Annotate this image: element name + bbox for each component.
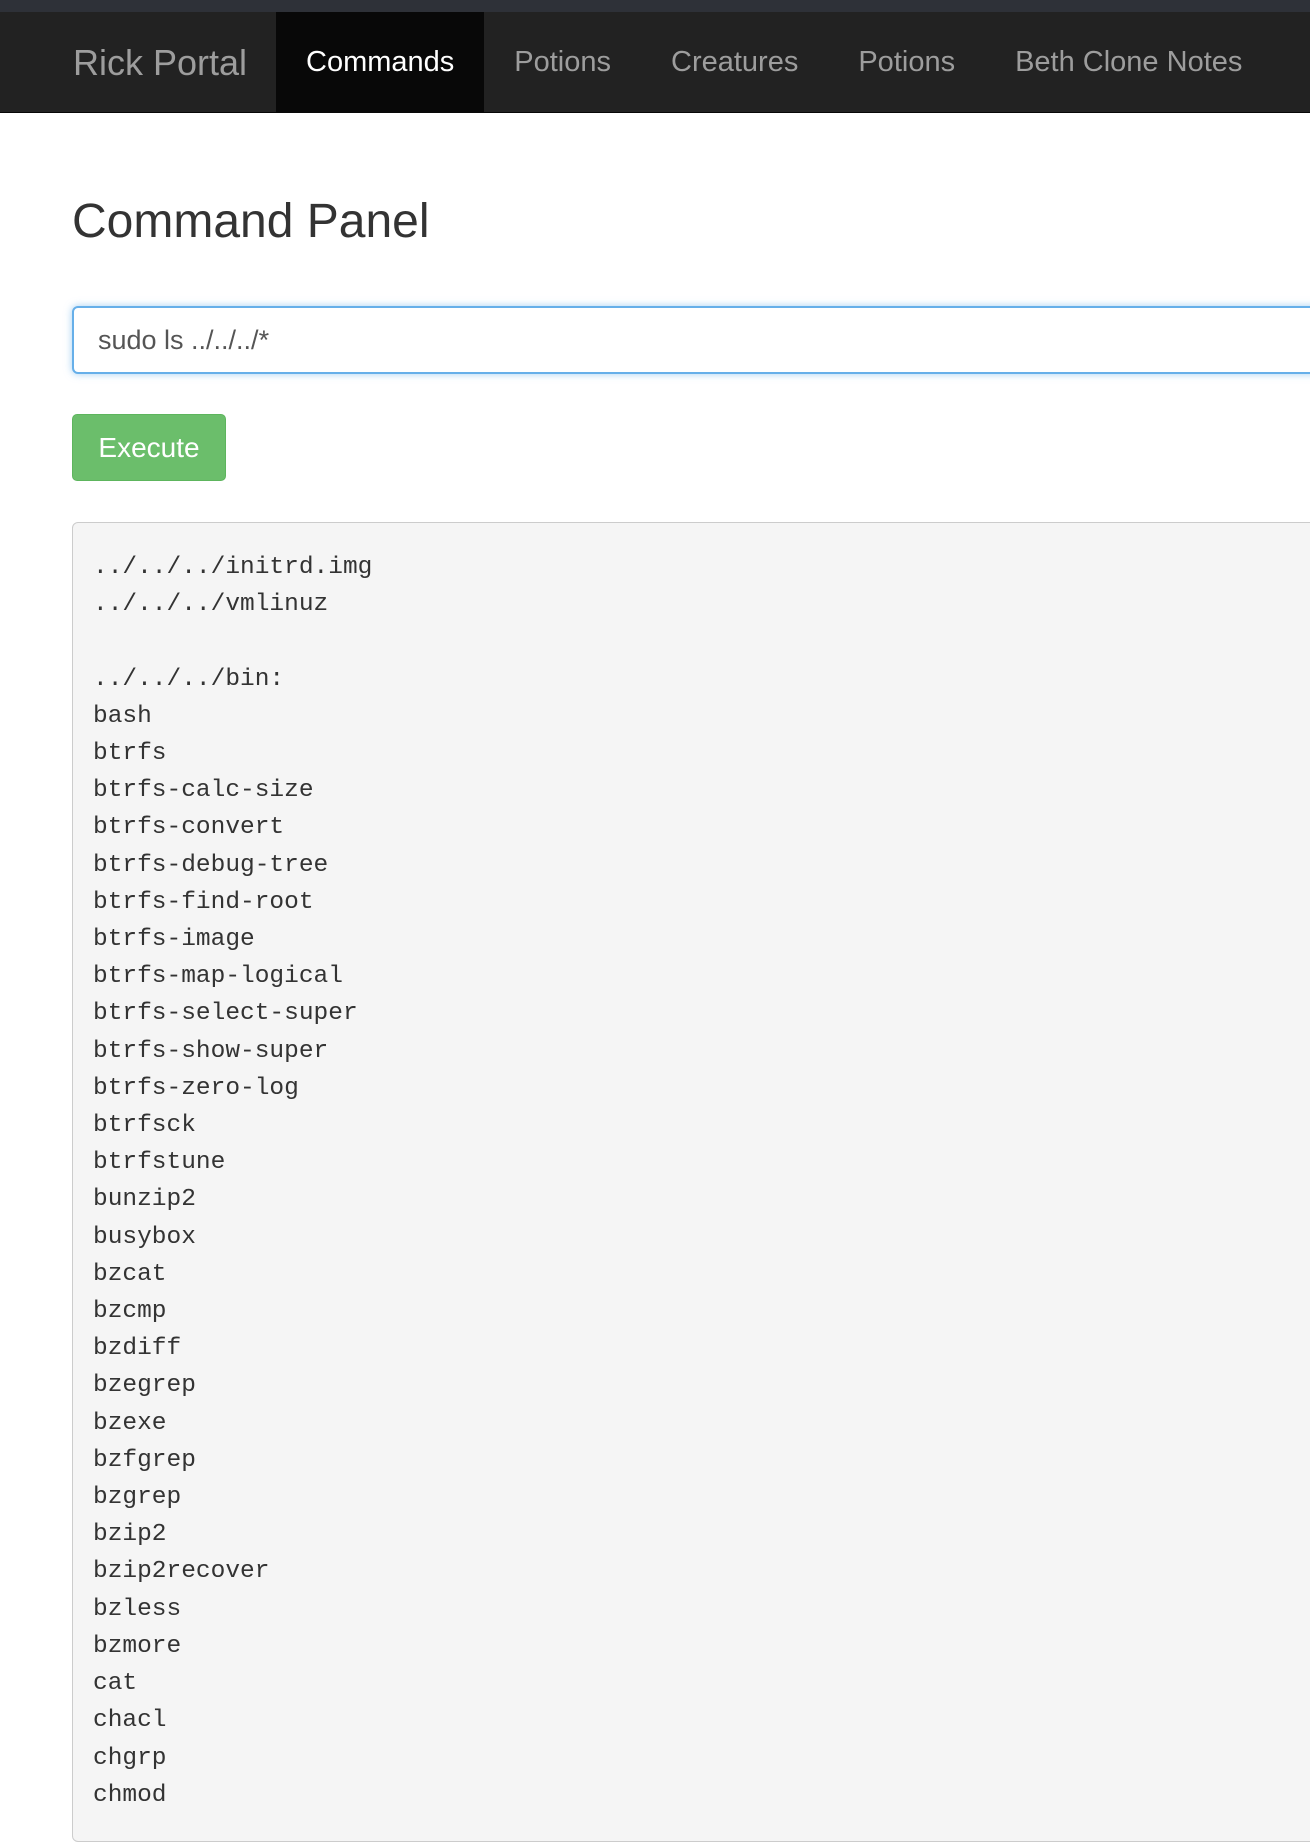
nav-item-commands[interactable]: Commands [276, 12, 485, 113]
command-input[interactable] [72, 306, 1310, 374]
nav-menu: Commands Potions Creatures Potions Beth … [276, 12, 1272, 113]
nav-item-creatures[interactable]: Creatures [641, 12, 828, 113]
page-title: Command Panel [72, 195, 430, 248]
brand-link[interactable]: Rick Portal [73, 12, 247, 113]
navbar: Rick Portal Commands Potions Creatures P… [0, 12, 1310, 113]
nav-item-beth-clone-notes[interactable]: Beth Clone Notes [985, 12, 1272, 113]
window-top-strip [0, 0, 1310, 12]
execute-button[interactable]: Execute [72, 414, 226, 481]
nav-item-potions-2[interactable]: Potions [828, 12, 985, 113]
nav-item-potions[interactable]: Potions [484, 12, 641, 113]
command-output: ../../../initrd.img ../../../vmlinuz ../… [72, 522, 1310, 1842]
